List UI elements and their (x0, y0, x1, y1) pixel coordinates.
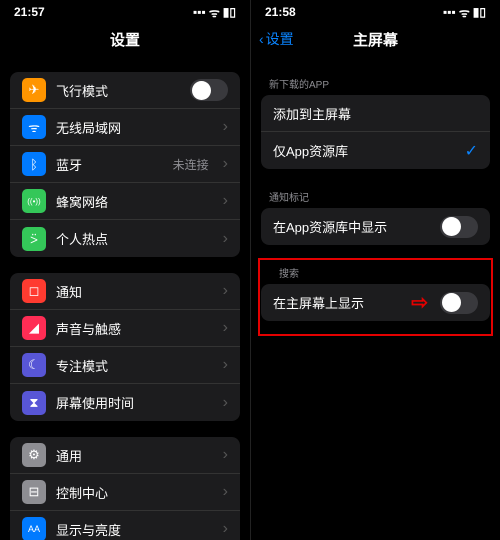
option-cell[interactable]: 仅App资源库 ✓ (261, 132, 490, 169)
sound-icon: ◢ (22, 316, 46, 340)
checkmark-icon: ✓ (465, 141, 478, 161)
settings-cell-sound[interactable]: ◢ 声音与触感 › (10, 310, 240, 347)
back-label: 设置 (266, 29, 294, 49)
section-header: 通知标记 (251, 185, 500, 208)
option-cell[interactable]: 添加到主屏幕 (261, 95, 490, 132)
cell-label: 在主屏幕上显示 (273, 293, 401, 312)
chevron-right-icon: › (223, 394, 228, 412)
status-bar: 21:57 ▪▪▪ ᯤ ▮▯ (0, 0, 250, 22)
cell-label: 通用 (56, 446, 209, 465)
section-header: 新下载的APP (251, 72, 500, 95)
cell-label: 个人热点 (56, 229, 209, 248)
settings-cell-control[interactable]: ⊟ 控制中心 › (10, 474, 240, 511)
chevron-right-icon: › (223, 319, 228, 337)
chevron-right-icon: › (223, 446, 228, 464)
settings-cell-notification[interactable]: ◻ 通知 › (10, 273, 240, 310)
display-icon: AA (22, 517, 46, 540)
cell-label: 飞行模式 (56, 81, 180, 100)
chevron-right-icon: › (223, 520, 228, 538)
status-time: 21:57 (14, 5, 45, 19)
battery-icon: ▮▯ (473, 5, 486, 19)
control-icon: ⊟ (22, 480, 46, 504)
focus-icon: ☾ (22, 353, 46, 377)
cell-label: 仅App资源库 (273, 141, 455, 160)
toggle[interactable] (190, 79, 228, 101)
page-title: 主屏幕 (353, 29, 398, 50)
status-icons: ▪▪▪ ᯤ ▮▯ (193, 4, 236, 21)
page-title: 设置 (110, 29, 140, 50)
settings-cell-wifi[interactable]: ᯤ 无线局域网 › (10, 109, 240, 146)
cell-label: 专注模式 (56, 356, 209, 375)
screentime-icon: ⧗ (22, 391, 46, 415)
signal-icon: ▪▪▪ (193, 5, 206, 19)
cellular-icon: ((•)) (22, 189, 46, 213)
cell-label: 通知 (56, 282, 209, 301)
cell-label: 添加到主屏幕 (273, 104, 478, 123)
chevron-right-icon: › (223, 230, 228, 248)
option-cell[interactable]: 在主屏幕上显示 ⇨ (261, 284, 490, 321)
highlight-box: 搜索在主屏幕上显示 ⇨ (259, 259, 492, 335)
option-cell[interactable]: 在App资源库中显示 (261, 208, 490, 245)
signal-icon: ▪▪▪ (443, 5, 456, 19)
settings-cell-screentime[interactable]: ⧗ 屏幕使用时间 › (10, 384, 240, 421)
nav-bar: 设置 (0, 22, 250, 56)
chevron-left-icon: ‹ (259, 31, 264, 47)
chevron-right-icon: › (223, 282, 228, 300)
section-header: 搜索 (261, 261, 490, 284)
nav-bar: ‹ 设置 主屏幕 (251, 22, 500, 56)
cell-label: 在App资源库中显示 (273, 217, 430, 236)
status-time: 21:58 (265, 5, 296, 19)
status-bar: 21:58 ▪▪▪ ᯤ ▮▯ (251, 0, 500, 22)
chevron-right-icon: › (223, 356, 228, 374)
settings-cell-focus[interactable]: ☾ 专注模式 › (10, 347, 240, 384)
cell-label: 控制中心 (56, 483, 209, 502)
wifi-icon: ᯤ (22, 115, 46, 139)
back-button[interactable]: ‹ 设置 (259, 29, 294, 49)
battery-icon: ▮▯ (223, 5, 236, 19)
cell-label: 声音与触感 (56, 319, 209, 338)
home-screen-settings: 21:58 ▪▪▪ ᯤ ▮▯ ‹ 设置 主屏幕 新下载的APP添加到主屏幕仅Ap… (250, 0, 500, 540)
cell-label: 显示与亮度 (56, 520, 209, 539)
wifi-icon: ᯤ (209, 4, 220, 21)
airplane-icon: ✈ (22, 78, 46, 102)
cell-label: 无线局域网 (56, 118, 199, 137)
chevron-right-icon: › (223, 118, 228, 136)
status-icons: ▪▪▪ ᯤ ▮▯ (443, 4, 486, 21)
bluetooth-icon: ᛒ (22, 152, 46, 176)
settings-cell-hotspot[interactable]: ⍩ 个人热点 › (10, 220, 240, 257)
chevron-right-icon: › (223, 483, 228, 501)
settings-cell-cellular[interactable]: ((•)) 蜂窝网络 › (10, 183, 240, 220)
toggle[interactable] (440, 292, 478, 314)
cell-label: 屏幕使用时间 (56, 393, 209, 412)
settings-cell-airplane[interactable]: ✈ 飞行模式 (10, 72, 240, 109)
callout-arrow-icon: ⇨ (411, 290, 424, 315)
chevron-right-icon: › (223, 192, 228, 210)
settings-cell-bluetooth[interactable]: ᛒ 蓝牙未连接 › (10, 146, 240, 183)
cell-label: 蜂窝网络 (56, 192, 209, 211)
cell-value: 未连接 (173, 156, 209, 173)
chevron-right-icon: › (223, 155, 228, 173)
notification-icon: ◻ (22, 279, 46, 303)
cell-label: 蓝牙 (56, 155, 163, 174)
wifi-icon: ᯤ (459, 4, 470, 21)
hotspot-icon: ⍩ (22, 227, 46, 251)
general-icon: ⚙ (22, 443, 46, 467)
settings-screen: 21:57 ▪▪▪ ᯤ ▮▯ 设置 ✈飞行模式ᯤ无线局域网›ᛒ蓝牙未连接›((•… (0, 0, 250, 540)
settings-cell-display[interactable]: AA 显示与亮度 › (10, 511, 240, 540)
settings-cell-general[interactable]: ⚙ 通用 › (10, 437, 240, 474)
toggle[interactable] (440, 216, 478, 238)
